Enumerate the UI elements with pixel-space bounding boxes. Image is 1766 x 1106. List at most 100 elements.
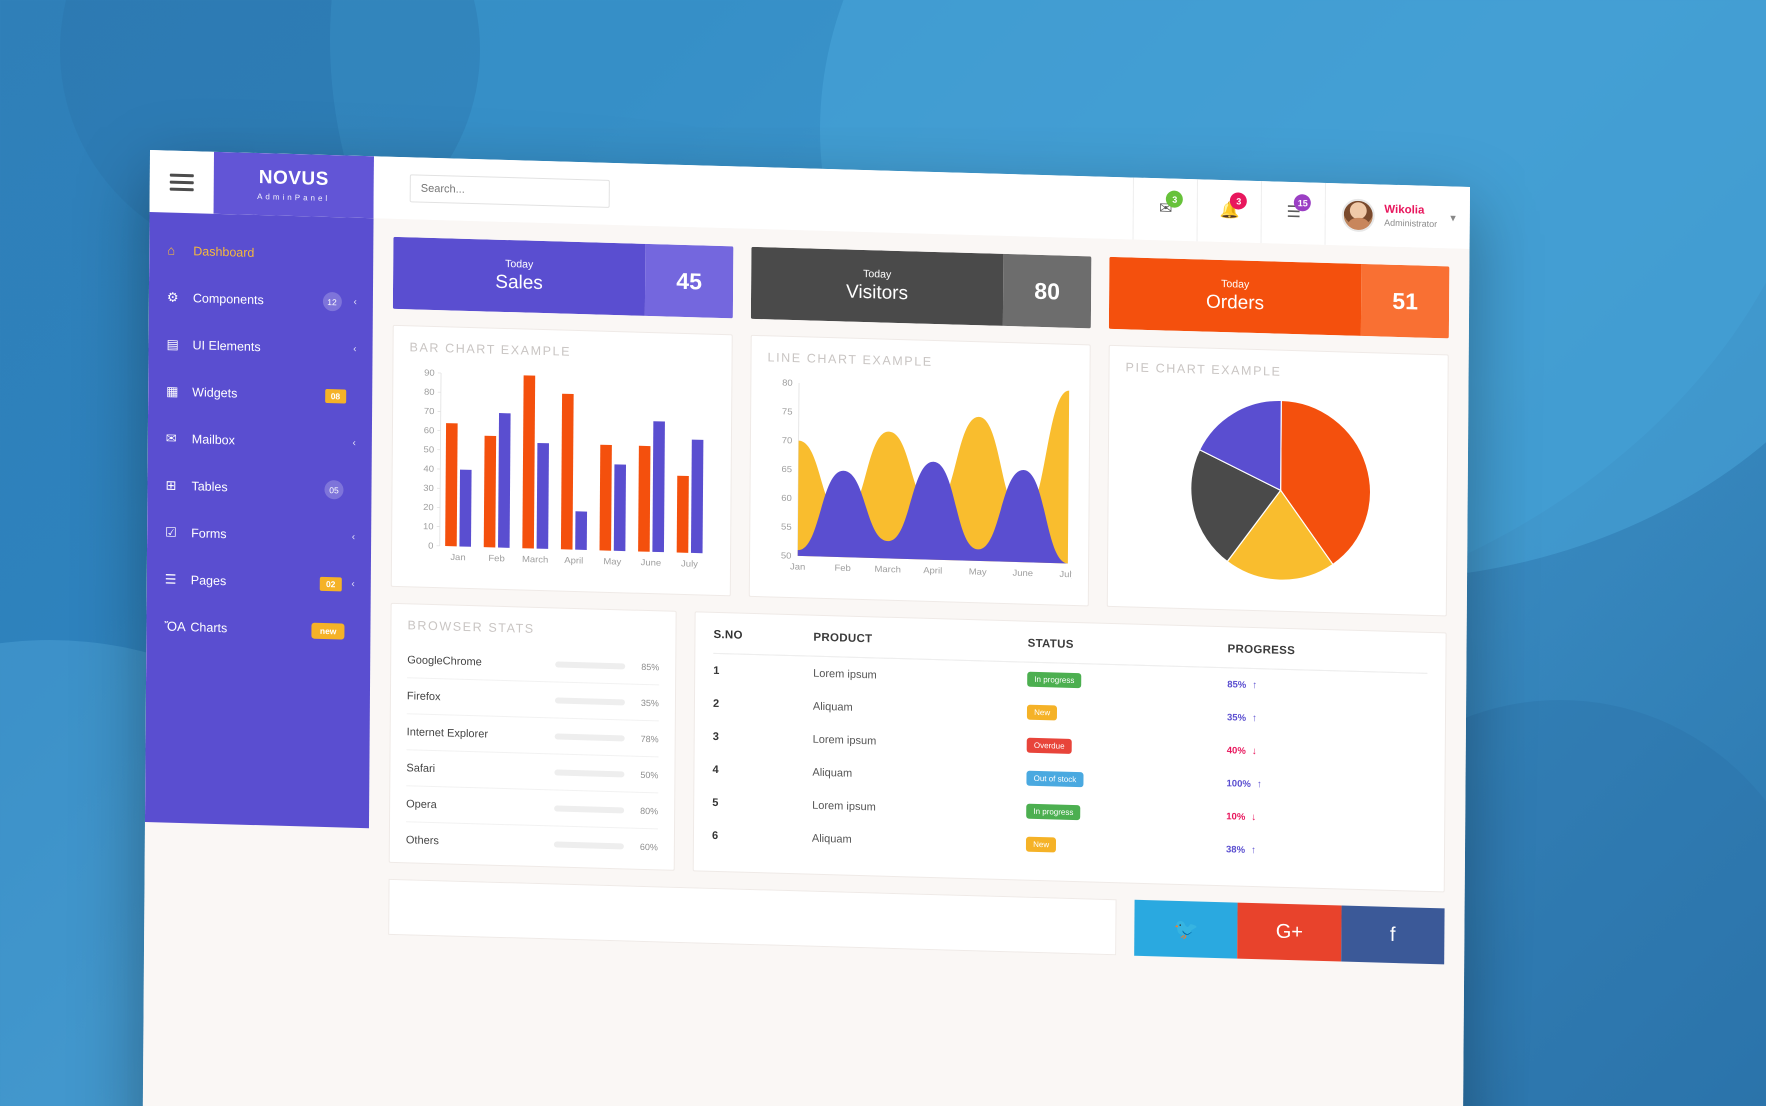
cell-sno: 6 bbox=[711, 829, 719, 842]
stat-cards-row: Today Sales 45 Today Visitors 80 Today O… bbox=[392, 236, 1450, 339]
pie-chart-panel: PIE CHART EXAMPLE bbox=[1106, 344, 1449, 617]
sidebar-item-charts[interactable]: ὌA Charts new bbox=[146, 602, 370, 655]
svg-text:10: 10 bbox=[423, 521, 434, 531]
twitter-button[interactable]: 🐦 bbox=[1134, 899, 1238, 959]
progress-value: 100% bbox=[1226, 778, 1251, 790]
sidebar-item-components[interactable]: ⚙ Components 12 ‹ bbox=[149, 273, 373, 326]
bar-chart-svg: 0 10 20 30 40 50 60 70 80 90 Jan Feb March April May Ju… bbox=[423, 368, 704, 569]
svg-text:90: 90 bbox=[424, 368, 435, 378]
perspective-stage: NOVUS AdminPanel ✉ 3 🔔 3 ☰ 15 bbox=[0, 0, 1766, 1106]
progress-value: 85% bbox=[1227, 679, 1247, 691]
svg-text:April: April bbox=[564, 555, 583, 565]
gears-icon: ⚙ bbox=[166, 289, 179, 305]
stat-value: 51 bbox=[1360, 263, 1450, 339]
sidebar-item-label: Charts bbox=[190, 619, 228, 635]
browser-stat-row: Others 60% bbox=[406, 822, 658, 865]
browser-name: Internet Explorer bbox=[406, 725, 489, 741]
messages-badge: 3 bbox=[1166, 190, 1184, 208]
sidebar-item-badge: 08 bbox=[324, 388, 347, 404]
cell-status: New bbox=[1026, 828, 1226, 867]
facebook-button[interactable]: f bbox=[1340, 905, 1445, 965]
chevron-left-icon: ‹ bbox=[353, 296, 357, 308]
cell-status: Overdue bbox=[1026, 729, 1227, 768]
search-input[interactable] bbox=[409, 174, 610, 208]
bar-chart-title: BAR CHART EXAMPLE bbox=[409, 340, 572, 359]
admin-dashboard-window: NOVUS AdminPanel ✉ 3 🔔 3 ☰ 15 bbox=[142, 150, 1470, 1106]
cell-sno: 4 bbox=[712, 763, 719, 776]
svg-text:July: July bbox=[681, 559, 698, 569]
bottom-row: 🐦 G+ f bbox=[388, 878, 1445, 965]
stat-label: Sales bbox=[495, 271, 543, 295]
stat-card-sales[interactable]: Today Sales 45 bbox=[392, 236, 734, 319]
notifications-badge: 3 bbox=[1230, 192, 1248, 210]
browser-stats-panel: BROWSER STATS GoogleChrome 85% Firefox 35% I… bbox=[388, 602, 677, 871]
line-chart-title: LINE CHART EXAMPLE bbox=[767, 350, 933, 369]
cell-progress: 35% ↑ bbox=[1227, 701, 1427, 740]
messages-button[interactable]: ✉ 3 bbox=[1132, 177, 1198, 242]
home-icon: ⌂ bbox=[167, 242, 176, 258]
status-badge: Overdue bbox=[1026, 737, 1072, 754]
svg-text:50: 50 bbox=[424, 445, 435, 455]
googleplus-button[interactable]: G+ bbox=[1237, 902, 1342, 962]
svg-text:65: 65 bbox=[781, 464, 792, 474]
chevron-left-icon: ‹ bbox=[351, 578, 355, 590]
tasks-button[interactable]: ☰ 15 bbox=[1260, 181, 1326, 245]
sidebar-item-tables[interactable]: ⊞ Tables 05 bbox=[147, 461, 371, 514]
cell-product: Aliquam bbox=[811, 832, 852, 846]
progress-value: 35% bbox=[1226, 712, 1247, 724]
stat-card-visitors-left: Today Visitors bbox=[750, 246, 1004, 326]
browser-percent: 80% bbox=[640, 805, 659, 816]
sidebar-item-label: Components bbox=[192, 290, 264, 307]
svg-text:60: 60 bbox=[781, 493, 792, 503]
stat-label: Orders bbox=[1205, 291, 1265, 315]
sidebar-item-mailbox[interactable]: ✉ Mailbox ‹ bbox=[148, 414, 372, 467]
sidebar-item-ui-elements[interactable]: ▤ UI Elements ‹ bbox=[148, 320, 372, 373]
trend-arrow-icon: ↑ bbox=[1256, 779, 1262, 791]
svg-text:0: 0 bbox=[428, 541, 433, 551]
browser-percent: 78% bbox=[640, 733, 659, 744]
brand-subtitle: AdminPanel bbox=[257, 192, 331, 204]
social-buttons: 🐦 G+ f bbox=[1134, 899, 1445, 965]
line-chart-area: 50 55 60 65 70 75 80 Jan Feb March April May June Jul… bbox=[766, 374, 1074, 593]
products-table: S.NO PRODUCT STATUS PROGRESS 1 Lorem ipsu… bbox=[711, 628, 1428, 872]
stat-card-orders[interactable]: Today Orders 51 bbox=[1108, 256, 1450, 339]
pie-chart-svg bbox=[1190, 399, 1372, 581]
sidebar-item-forms[interactable]: ☑ Forms ‹ bbox=[147, 508, 371, 561]
stat-value: 80 bbox=[1002, 253, 1092, 329]
sidebar-item-dashboard[interactable]: ⌂ Dashboard bbox=[149, 226, 373, 279]
sidebar-nav: ⌂ Dashboard ⚙ Components 12 ‹ ▤ UI Elements ‹ ▦ Wi… bbox=[144, 212, 374, 829]
sidebar-item-label: UI Elements bbox=[192, 337, 261, 354]
chevron-left-icon: ‹ bbox=[352, 437, 356, 449]
pie-chart-area bbox=[1124, 384, 1432, 603]
svg-text:March: March bbox=[522, 554, 548, 564]
sidebar-item-label: Pages bbox=[190, 572, 227, 588]
sidebar-toggle-button[interactable] bbox=[149, 150, 214, 214]
user-profile-menu[interactable]: Wikolia Administrator ▾ bbox=[1324, 182, 1470, 249]
browser-progress-track bbox=[554, 696, 625, 705]
status-badge: In progress bbox=[1027, 671, 1082, 689]
sidebar-item-pages[interactable]: ☰ Pages 02 ‹ bbox=[147, 555, 371, 608]
browser-name: Others bbox=[405, 834, 439, 848]
facebook-icon: f bbox=[1389, 923, 1396, 946]
svg-text:60: 60 bbox=[424, 425, 435, 435]
cell-sno: 5 bbox=[712, 796, 719, 809]
sidebar-item-label: Tables bbox=[191, 478, 228, 494]
browser-stats-list: GoogleChrome 85% Firefox 35% Internet Explor… bbox=[406, 642, 660, 865]
svg-text:March: March bbox=[874, 564, 900, 574]
file-icon: ☰ bbox=[164, 571, 177, 587]
stat-card-visitors[interactable]: Today Visitors 80 bbox=[750, 246, 1092, 329]
window-body: ⌂ Dashboard ⚙ Components 12 ‹ ▤ UI Elements ‹ ▦ Wi… bbox=[142, 212, 1470, 1106]
googleplus-icon: G+ bbox=[1275, 920, 1304, 943]
svg-text:70: 70 bbox=[424, 406, 435, 416]
svg-text:Jan: Jan bbox=[450, 552, 465, 562]
table-icon: ⊞ bbox=[165, 477, 177, 493]
svg-text:40: 40 bbox=[423, 464, 434, 474]
status-badge: Out of stock bbox=[1026, 770, 1084, 788]
stats-table-row: BROWSER STATS GoogleChrome 85% Firefox 35% I… bbox=[388, 602, 1447, 893]
status-badge: New bbox=[1026, 836, 1057, 853]
browser-name: GoogleChrome bbox=[407, 653, 482, 668]
brand-logo[interactable]: NOVUS AdminPanel bbox=[213, 151, 374, 219]
sidebar-item-widgets[interactable]: ▦ Widgets 08 bbox=[148, 367, 372, 420]
svg-text:July: July bbox=[1059, 569, 1073, 579]
notifications-button[interactable]: 🔔 3 bbox=[1196, 179, 1262, 244]
